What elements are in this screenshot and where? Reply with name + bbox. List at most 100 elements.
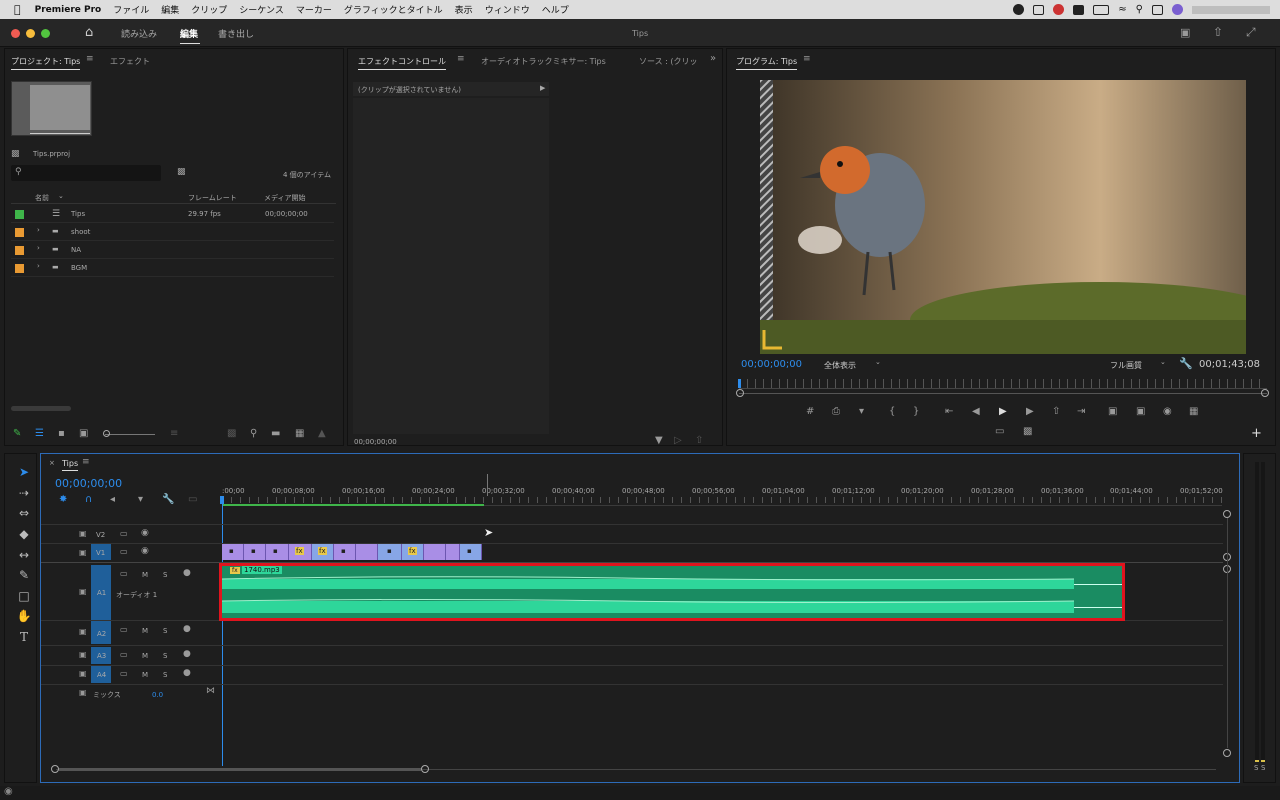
menu-view[interactable]: 表示 [455,3,473,16]
list-item[interactable]: › ▬ NA [11,241,334,259]
quality-select[interactable]: フル画質 [1110,360,1142,371]
play-only-icon[interactable]: ▷ [674,435,682,446]
tab-program[interactable]: プログラム: Tips [736,56,798,70]
new-item-icon[interactable]: ▦ [295,428,304,439]
effect-panel-menu-icon[interactable]: ≡ [457,54,465,64]
solo-button[interactable]: S [163,571,167,579]
list-item[interactable]: › ▬ shoot [11,223,334,241]
hand-icon[interactable]: ✋ [16,609,32,623]
menu-file[interactable]: ファイル [113,3,149,16]
vr-icon[interactable]: ▩ [1023,426,1032,437]
new-bin-icon[interactable]: ▬ [271,428,280,439]
solo-button[interactable]: S [163,627,167,635]
battery-icon[interactable] [1093,4,1110,15]
video-clip[interactable]: ▪ [222,544,244,560]
lift-icon[interactable]: ▣ [1108,406,1117,417]
mic-icon[interactable]: ● [183,568,191,578]
solo-button[interactable]: S [163,652,167,660]
workspace-import[interactable]: 読み込み [121,27,157,40]
comparison-view-icon[interactable]: ▦ [1189,406,1198,417]
list-item[interactable]: › ▬ BGM [11,259,334,277]
zoom-window-button[interactable] [41,29,50,38]
track-select-icon[interactable]: ⇢ [16,486,32,500]
track-v2-label[interactable]: V2 [96,531,105,539]
track-a4-label[interactable]: A4 [97,671,106,679]
display-icon[interactable] [1033,4,1045,15]
mark-in-bracket-icon[interactable]: { [889,406,895,417]
lock-icon[interactable]: ▣ [79,669,87,678]
slip-icon[interactable]: ↔ [16,548,32,562]
project-scrollbar[interactable] [11,406,71,411]
input-icon[interactable] [1073,4,1085,15]
list-item[interactable]: ☰ Tips 29.97 fps 00;00;00;00 [11,205,334,223]
mix-volume-value[interactable]: 0.0 [152,691,163,699]
pencil-icon[interactable]: ✎ [13,428,21,439]
lock-icon[interactable]: ▣ [79,627,87,636]
scroll-thumb[interactable] [59,768,421,771]
eye-icon[interactable]: ◉ [141,528,149,538]
lock-icon[interactable]: ▣ [79,587,87,596]
playhead-handle[interactable] [220,496,224,504]
fullscreen-icon[interactable]: ⤢ [1246,25,1256,40]
track-a1-label[interactable]: A1 [97,589,106,597]
play-icon[interactable]: ▶ [999,406,1007,417]
type-icon[interactable]: T [16,630,32,644]
insert-icon[interactable]: ⇧ [1052,406,1060,417]
zoom-left-handle[interactable] [736,389,744,397]
go-to-in-icon[interactable]: ⇤ [945,406,953,417]
menu-clip[interactable]: クリップ [191,3,227,16]
vertical-scrollbar[interactable] [1227,518,1228,748]
status-icon[interactable] [1053,4,1065,15]
expand-chevron-icon[interactable]: › [37,262,40,270]
playhead[interactable] [222,496,223,766]
razor-icon[interactable]: ◆ [16,527,32,541]
share-icon[interactable]: ⇧ [1213,25,1223,39]
safe-margins-icon[interactable]: ▭ [995,426,1004,437]
video-clip[interactable] [356,544,378,560]
add-marker-icon[interactable]: ▾ [138,494,143,505]
add-marker-icon[interactable]: # [806,406,814,417]
column-framerate[interactable]: フレームレート [188,193,237,203]
menu-edit[interactable]: 編集 [161,3,179,16]
minimize-window-button[interactable] [26,29,35,38]
mute-button[interactable]: M [142,652,148,660]
mix-end-icon[interactable]: ⋈ [206,686,215,696]
program-time-ruler[interactable] [739,379,1267,389]
label-color-swatch[interactable] [15,228,24,237]
add-button-icon[interactable]: + [1251,426,1262,441]
fit-select[interactable]: 全体表示 [824,360,856,371]
video-clip[interactable] [424,544,446,560]
wrench-icon[interactable]: 🔧 [1179,357,1193,370]
control-center-icon[interactable] [1152,4,1163,15]
lock-icon[interactable]: ▣ [79,529,87,538]
ripple-edit-icon[interactable]: ⇔ [16,506,32,520]
sync-lock-icon[interactable]: ▭ [120,547,128,556]
track-a3-label[interactable]: A3 [97,652,106,660]
timeline-menu-icon[interactable]: ≡ [82,457,90,467]
menu-help[interactable]: ヘルプ [542,3,569,16]
close-window-button[interactable] [11,29,20,38]
find-icon[interactable]: ⚲ [250,428,257,439]
new-bin-from-search-icon[interactable]: ▩ [177,167,186,177]
go-to-out-icon[interactable]: ⇥ [1077,406,1085,417]
mark-in-icon[interactable]: ⎙ [832,406,840,417]
program-zoom-bar[interactable] [739,393,1267,394]
tab-effects[interactable]: エフェクト [110,56,150,67]
track-v1-label[interactable]: V1 [96,549,105,557]
workspaces-icon[interactable]: ▣ [1180,26,1190,39]
automate-icon[interactable]: ▩ [227,428,236,439]
filter-icon[interactable]: ▼ [655,435,663,446]
sort-chevron-icon[interactable]: ⌄ [58,192,64,200]
video-clip[interactable]: ▪ [378,544,402,560]
step-forward-icon[interactable]: ▶ [1026,406,1034,417]
work-area-bar[interactable] [222,504,484,506]
column-name[interactable]: 名前 [35,193,49,203]
program-timecode[interactable]: 00;00;00;00 [741,359,802,370]
pen-icon[interactable]: ✎ [16,568,32,582]
menu-marker[interactable]: マーカー [296,3,332,16]
video-clip[interactable]: ▪ [334,544,356,560]
timeline-ruler[interactable]: :00;00 00;00;08;00 00;00;16;00 00;00;24;… [222,484,1223,506]
tab-audio-track-mixer[interactable]: オーディオトラックミキサー: Tips [481,56,606,67]
wifi-icon[interactable]: ≈ [1118,4,1126,15]
label-color-swatch[interactable] [15,264,24,273]
